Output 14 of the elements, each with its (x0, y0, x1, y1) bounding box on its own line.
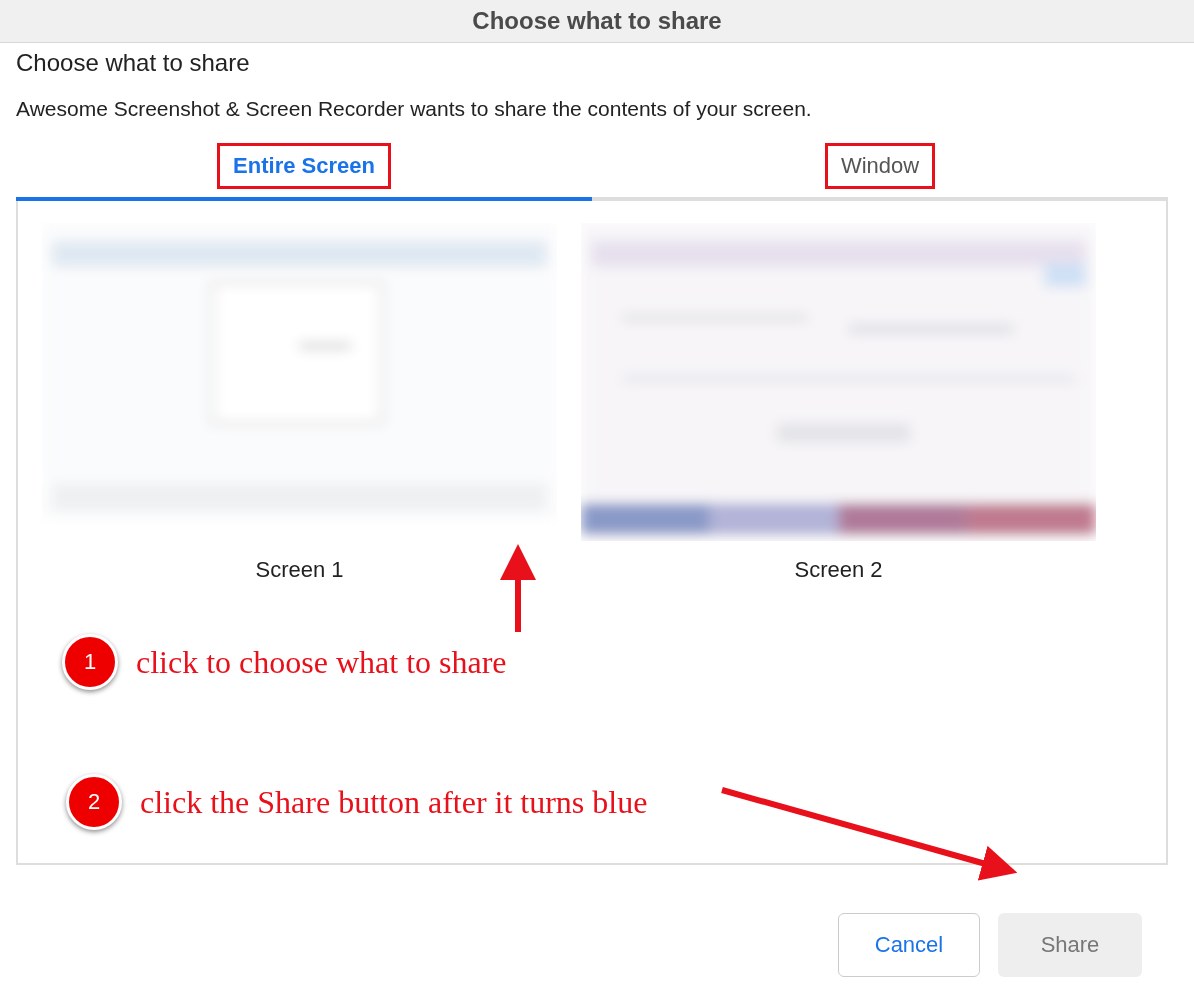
window-title: Choose what to share (472, 7, 722, 35)
tab-label: Entire Screen (217, 143, 391, 189)
tab[interactable]: Window (592, 143, 1168, 201)
annotation-text: click to choose what to share (136, 643, 507, 681)
tab-label: Window (824, 143, 936, 189)
annotation-text: click the Share button after it turns blue (140, 783, 648, 821)
action-button[interactable]: Cancel (838, 913, 980, 977)
step-badge: 2 (66, 774, 122, 830)
screen-label[interactable]: Screen 2 (794, 557, 883, 583)
dialog-heading: Choose what to share (16, 49, 251, 77)
step-badge: 1 (62, 634, 118, 690)
screen-label[interactable]: Screen 1 (255, 557, 344, 583)
tab[interactable]: Entire Screen (16, 143, 592, 201)
description: Awesome Screenshot & Screen Recorder wants to share the contents of your screen. (16, 97, 813, 121)
